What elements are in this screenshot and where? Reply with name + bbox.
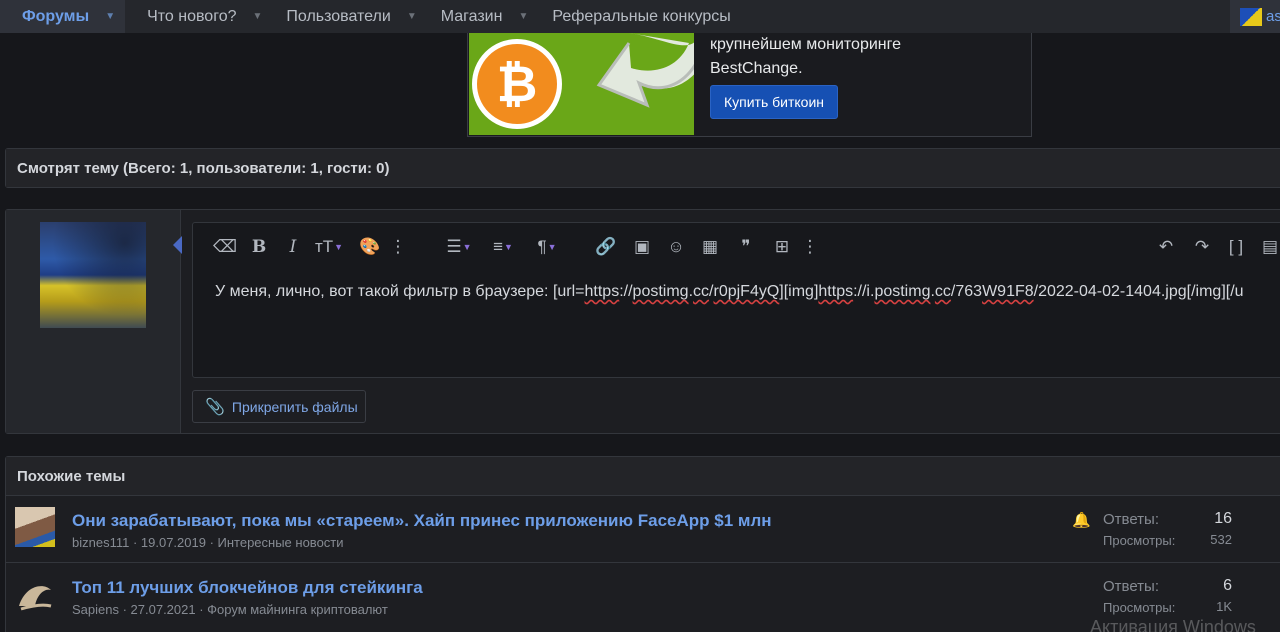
nav-item-label: Реферальные конкурсы <box>552 7 731 25</box>
thread-meta: Sapiens · 27.07.2021 · Форум майнинга кр… <box>72 602 388 617</box>
nav-item-label: Магазин <box>440 7 503 25</box>
bbcode-toggle-icon[interactable]: [ ] <box>1223 235 1249 259</box>
top-nav: Форумы ▼ Что нового? ▼ Пользователи ▼ Ма… <box>0 0 1280 33</box>
bell-icon[interactable]: 🔔 <box>1072 511 1091 529</box>
arrow-icon <box>596 33 694 108</box>
media-icon[interactable]: ▦ <box>697 235 723 259</box>
windows-activation-watermark: Активация Windows <box>1090 617 1256 632</box>
ad-text-line: BestChange. <box>710 60 803 77</box>
nav-item-label: Форумы <box>22 7 90 25</box>
save-draft-icon[interactable]: ▤ <box>1257 235 1280 259</box>
editor-content[interactable]: У меня, лично, вот такой фильтр в браузе… <box>215 283 1244 301</box>
views-count: 1K <box>1216 599 1232 614</box>
bitcoin-icon: ₿ <box>472 39 562 129</box>
thread-meta: biznes111 · 19.07.2019 · Интересные ново… <box>72 535 344 550</box>
bold-icon[interactable]: B <box>247 235 271 259</box>
avatar[interactable] <box>15 576 55 616</box>
smiley-icon[interactable]: ☺ <box>663 235 689 259</box>
attach-files-button[interactable]: 📎 Прикрепить файлы <box>192 390 366 423</box>
user-menu[interactable]: ass <box>1230 0 1280 33</box>
chevron-down-icon[interactable]: ▼ <box>407 11 417 22</box>
ad-text-line: крупнейшем мониторинге <box>710 36 902 53</box>
list-item[interactable]: Они зарабатывают, пока мы «стареем». Хай… <box>6 495 1280 562</box>
paragraph-icon[interactable]: ¶ ▼ <box>529 235 565 259</box>
reply-sidebar <box>6 210 181 433</box>
table-icon[interactable]: ⊞ <box>769 235 795 259</box>
chevron-down-icon[interactable]: ▼ <box>518 11 528 22</box>
chevron-down-icon[interactable]: ▼ <box>105 11 115 22</box>
pointer-arrow-icon <box>173 236 182 254</box>
replies-count: 6 <box>1223 577 1232 594</box>
thread-title-link[interactable]: Топ 11 лучших блокчейнов для стейкинга <box>72 578 423 598</box>
attach-files-label: Прикрепить файлы <box>231 398 358 415</box>
quote-icon[interactable]: ❞ <box>733 235 759 259</box>
nav-item-whats-new[interactable]: Что нового? ▼ <box>125 0 264 33</box>
list-icon[interactable]: ☰ ▼ <box>441 235 477 259</box>
bitcoin-ad-image: ₿ <box>469 33 694 135</box>
italic-icon[interactable]: I <box>281 235 305 259</box>
user-name: ass <box>1266 8 1280 25</box>
replies-count: 16 <box>1214 510 1232 527</box>
chevron-down-icon[interactable]: ▼ <box>252 11 262 22</box>
user-avatar <box>1240 7 1262 26</box>
more-vertical-icon[interactable]: ⋮ <box>802 235 819 259</box>
editor-toolbar: ⌫ B I тТ ▼ 🎨 ⋮ ☰ ▼ ≡ ▼ ¶ ▼ 🔗 ▣ ☺ ▦ ❞ ⊞ ⋮ ↶ ↷… <box>193 223 1280 271</box>
message-editor[interactable]: ⌫ B I тТ ▼ 🎨 ⋮ ☰ ▼ ≡ ▼ ¶ ▼ 🔗 ▣ ☺ ▦ ❞ ⊞ ⋮ ↶ ↷… <box>192 222 1280 378</box>
similar-threads-title: Похожие темы <box>6 457 1280 495</box>
avatar[interactable] <box>15 507 55 547</box>
replies-label: Ответы: <box>1103 511 1160 528</box>
palette-icon[interactable]: 🎨 <box>357 235 383 259</box>
nav-item-forums[interactable]: Форумы ▼ <box>0 0 126 33</box>
list-item[interactable]: Топ 11 лучших блокчейнов для стейкинга S… <box>6 562 1280 629</box>
nav-item-users[interactable]: Пользователи ▼ <box>264 0 418 33</box>
avatar[interactable] <box>40 222 146 328</box>
replies-label: Ответы: <box>1103 578 1160 595</box>
thread-title-link[interactable]: Они зарабатывают, пока мы «стареем». Хай… <box>72 511 772 531</box>
views-label: Просмотры: <box>1103 600 1176 615</box>
watching-thread-block: Смотрят тему (Всего: 1, пользователи: 1,… <box>5 148 1280 188</box>
undo-icon[interactable]: ↶ <box>1153 235 1179 259</box>
watching-thread-title: Смотрят тему (Всего: 1, пользователи: 1,… <box>6 149 1280 187</box>
paperclip-icon: 📎 <box>205 398 225 416</box>
nav-item-label: Пользователи <box>286 7 391 25</box>
views-label: Просмотры: <box>1103 533 1176 548</box>
link-icon[interactable]: 🔗 <box>593 235 619 259</box>
quick-reply: ⌫ B I тТ ▼ 🎨 ⋮ ☰ ▼ ≡ ▼ ¶ ▼ 🔗 ▣ ☺ ▦ ❞ ⊞ ⋮ ↶ ↷… <box>5 209 1280 434</box>
more-vertical-icon[interactable]: ⋮ <box>390 235 407 259</box>
text-size-icon[interactable]: тТ ▼ <box>311 235 347 259</box>
redo-icon[interactable]: ↷ <box>1189 235 1215 259</box>
align-icon[interactable]: ≡ ▼ <box>485 235 521 259</box>
nav-item-shop[interactable]: Магазин ▼ <box>419 0 531 33</box>
nav-item-label: Что нового? <box>147 7 237 25</box>
buy-bitcoin-button[interactable]: Купить биткоин <box>710 85 839 119</box>
ad-text: крупнейшем мониторинге BestChange. <box>710 33 901 81</box>
similar-threads-block: Похожие темы Они зарабатывают, пока мы «… <box>5 456 1280 632</box>
image-icon[interactable]: ▣ <box>629 235 655 259</box>
eraser-icon[interactable]: ⌫ <box>213 235 237 259</box>
ad-banner[interactable]: ₿ крупнейшем мониторинге BestChange. Куп… <box>467 33 1032 137</box>
views-count: 532 <box>1210 532 1232 547</box>
nav-item-referral-contests[interactable]: Реферальные конкурсы <box>530 0 730 33</box>
